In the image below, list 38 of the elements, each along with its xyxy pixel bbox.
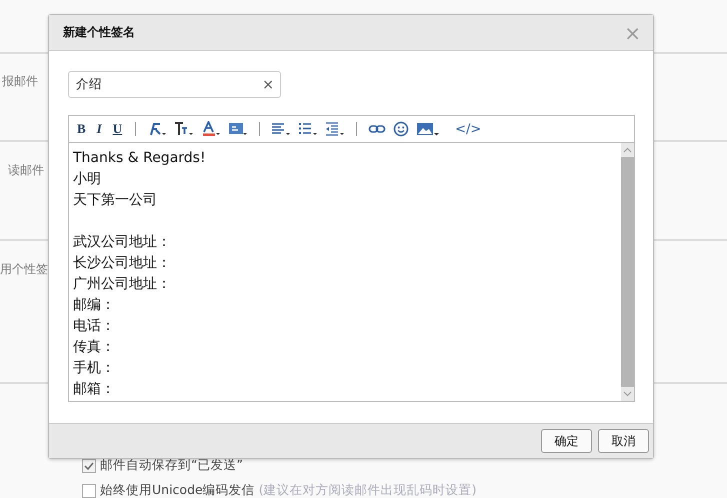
checkbox[interactable]	[82, 458, 96, 472]
signature-line: 天下第一公司	[73, 192, 157, 208]
smiley-icon[interactable]	[393, 121, 410, 137]
signature-line: Thanks & Regards!	[73, 150, 206, 166]
source-button[interactable]: </>	[453, 122, 484, 136]
signature-line: 长沙公司地址：	[73, 255, 171, 271]
signature-line: 小明	[73, 171, 101, 187]
signature-line: 电话：	[73, 318, 115, 334]
image-icon[interactable]	[416, 121, 440, 137]
signature-line: 广州公司地址：	[73, 276, 171, 292]
indent-icon[interactable]	[325, 121, 346, 137]
checkbox[interactable]	[82, 484, 96, 498]
signature-line: 邮箱：	[73, 381, 115, 397]
setting-label: 读邮件	[8, 162, 44, 179]
signature-line: 手机：	[73, 360, 115, 376]
option-label: 邮件自动保存到“已发送”	[100, 457, 243, 474]
bullet-list-icon[interactable]	[298, 121, 318, 137]
highlight-icon[interactable]	[228, 121, 248, 137]
signature-line: 武汉公司地址：	[73, 233, 171, 252]
signature-editor[interactable]: Thanks & Regards! 小明 天下第一公司 武汉公司地址： 长沙公司地址： 广州公司地址： 邮编： 电话： 传真： 手机： 邮箱：	[69, 143, 621, 401]
font-color-icon[interactable]	[201, 121, 222, 137]
font-size-icon[interactable]	[174, 121, 194, 137]
confirm-button[interactable]: 确定	[541, 429, 592, 453]
align-icon[interactable]	[271, 121, 292, 137]
underline-button[interactable]: U	[110, 121, 124, 137]
clear-format-icon[interactable]	[147, 121, 168, 137]
clear-button[interactable]: ×	[262, 76, 274, 92]
signature-line: 传真：	[73, 339, 115, 355]
setting-label: 报邮件	[2, 73, 38, 90]
option-hint: (建议在对方阅读邮件出现乱码时设置)	[258, 482, 476, 498]
italic-button[interactable]: I	[94, 121, 104, 137]
bold-button[interactable]: B	[75, 121, 88, 137]
setting-label: 用个性签	[0, 261, 48, 278]
signature-line: 邮编：	[73, 297, 115, 313]
dialog-title: 新建个性签名	[63, 24, 135, 41]
cancel-button[interactable]: 取消	[598, 429, 649, 453]
name-field[interactable]: 介绍 ×	[68, 71, 281, 98]
option-label: 始终使用Unicode编码发信	[100, 482, 255, 498]
